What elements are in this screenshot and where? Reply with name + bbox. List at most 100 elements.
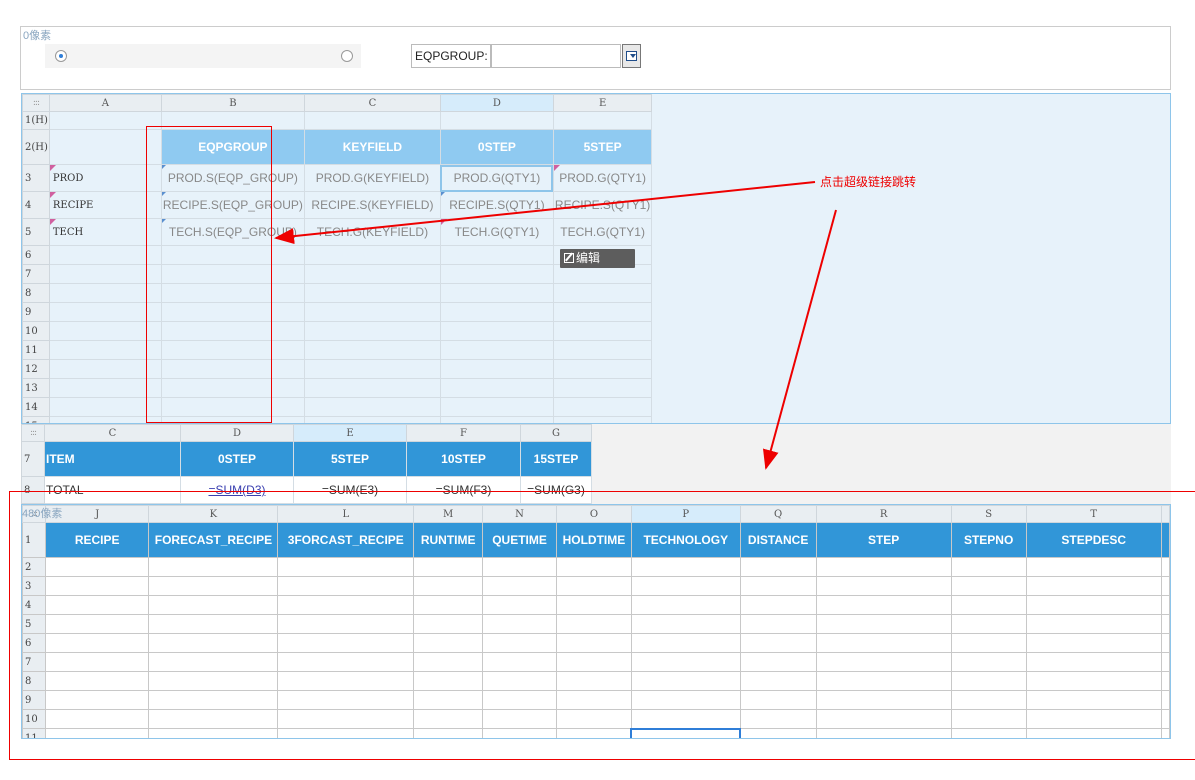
- data-cell[interactable]: TECH.G(QTY1): [439, 218, 554, 246]
- highlight-box-eqpgroup-column: [146, 126, 272, 423]
- row-header[interactable]: 10: [22, 321, 50, 341]
- cell[interactable]: [439, 283, 554, 303]
- row-header[interactable]: 15: [22, 416, 50, 423]
- cell[interactable]: [552, 111, 653, 130]
- cell[interactable]: [439, 359, 554, 379]
- header-cell-item[interactable]: ITEM: [44, 441, 181, 477]
- cell[interactable]: [48, 378, 162, 398]
- row-name-cell[interactable]: PROD: [48, 164, 162, 192]
- data-cell[interactable]: RECIPE.S(KEYFIELD): [303, 191, 441, 219]
- cell[interactable]: [439, 264, 554, 284]
- cell[interactable]: [303, 340, 441, 360]
- header-cell-keyfield[interactable]: KEYFIELD: [303, 129, 441, 165]
- cell[interactable]: [48, 283, 162, 303]
- cell[interactable]: [552, 340, 653, 360]
- cell[interactable]: [303, 378, 441, 398]
- header-cell-5step[interactable]: 5STEP: [293, 441, 407, 477]
- eqpgroup-label: EQPGROUP:: [411, 44, 491, 68]
- row-name-cell[interactable]: RECIPE: [48, 191, 162, 219]
- cell[interactable]: [439, 397, 554, 417]
- cell[interactable]: [552, 378, 653, 398]
- row-header[interactable]: 4: [22, 191, 50, 219]
- cell[interactable]: [552, 397, 653, 417]
- row-header[interactable]: 8: [22, 283, 50, 303]
- column-header[interactable]: D: [180, 424, 294, 442]
- column-header[interactable]: D: [439, 94, 554, 112]
- cell[interactable]: [48, 397, 162, 417]
- row-header[interactable]: 9: [22, 302, 50, 322]
- header-cell-10step[interactable]: 10STEP: [406, 441, 521, 477]
- cell[interactable]: [48, 129, 162, 165]
- row-header[interactable]: 7: [21, 441, 45, 477]
- data-cell[interactable]: TECH.G(QTY1): [552, 218, 653, 246]
- cell[interactable]: [48, 416, 162, 423]
- column-header[interactable]: F: [406, 424, 521, 442]
- cell[interactable]: [439, 245, 554, 265]
- data-cell[interactable]: TECH.G(KEYFIELD): [303, 218, 441, 246]
- cell[interactable]: [303, 397, 441, 417]
- cell[interactable]: [303, 245, 441, 265]
- row-header[interactable]: 1(H): [22, 111, 50, 130]
- radio-option-2[interactable]: [341, 50, 353, 62]
- cell[interactable]: [439, 340, 554, 360]
- row-header[interactable]: 6: [22, 245, 50, 265]
- cell[interactable]: [48, 245, 162, 265]
- row-header[interactable]: 2(H): [22, 129, 50, 165]
- cell[interactable]: [439, 378, 554, 398]
- cell[interactable]: [552, 321, 653, 341]
- cell[interactable]: [552, 416, 653, 423]
- radio-option-1[interactable]: [55, 50, 67, 62]
- data-cell[interactable]: PROD.G(KEYFIELD): [303, 164, 441, 192]
- cell[interactable]: [439, 321, 554, 341]
- cell[interactable]: [303, 321, 441, 341]
- grid-corner[interactable]: :::: [21, 424, 45, 442]
- column-header[interactable]: B: [160, 94, 305, 112]
- header-cell-0step[interactable]: 0STEP: [439, 129, 554, 165]
- column-header[interactable]: E: [293, 424, 407, 442]
- cell[interactable]: [303, 302, 441, 322]
- row-header[interactable]: 12: [22, 359, 50, 379]
- row-name-cell[interactable]: TECH: [48, 218, 162, 246]
- row-header[interactable]: 14: [22, 397, 50, 417]
- row-header[interactable]: 11: [22, 340, 50, 360]
- cell[interactable]: [552, 283, 653, 303]
- row-header[interactable]: 13: [22, 378, 50, 398]
- cell[interactable]: [48, 359, 162, 379]
- cell[interactable]: [303, 111, 441, 130]
- row-header[interactable]: 3: [22, 164, 50, 192]
- cell[interactable]: [48, 111, 162, 130]
- cell[interactable]: [439, 416, 554, 423]
- edit-button[interactable]: 编辑: [560, 249, 635, 268]
- column-header[interactable]: C: [303, 94, 441, 112]
- cell[interactable]: [303, 359, 441, 379]
- header-cell-15step[interactable]: 15STEP: [520, 441, 592, 477]
- cell[interactable]: [303, 264, 441, 284]
- cell[interactable]: [303, 416, 441, 423]
- eqpgroup-input[interactable]: [491, 44, 621, 68]
- grid-corner[interactable]: :::: [22, 94, 50, 112]
- cell[interactable]: [48, 340, 162, 360]
- column-header[interactable]: A: [48, 94, 162, 112]
- cell[interactable]: [48, 321, 162, 341]
- header-cell-5step[interactable]: 5STEP: [552, 129, 653, 165]
- data-cell[interactable]: PROD.G(QTY1): [552, 164, 653, 192]
- row-header[interactable]: 5: [22, 218, 50, 246]
- cell[interactable]: [439, 111, 554, 130]
- data-cell[interactable]: RECIPE.S(QTY1): [439, 191, 554, 219]
- cell[interactable]: [552, 302, 653, 322]
- column-header[interactable]: E: [552, 94, 653, 112]
- column-header[interactable]: G: [520, 424, 592, 442]
- header-cell-0step[interactable]: 0STEP: [180, 441, 294, 477]
- cell[interactable]: [48, 264, 162, 284]
- edit-button-label: 编辑: [576, 251, 601, 265]
- cell[interactable]: [48, 302, 162, 322]
- cell[interactable]: [303, 283, 441, 303]
- cell[interactable]: [552, 359, 653, 379]
- selected-data-cell[interactable]: PROD.G(QTY1): [439, 164, 554, 192]
- eqpgroup-dropdown-button[interactable]: [622, 44, 641, 68]
- column-header[interactable]: C: [44, 424, 181, 442]
- row-header[interactable]: 7: [22, 264, 50, 284]
- data-cell[interactable]: RECIPE.S(QTY1): [552, 191, 653, 219]
- annotation-text: 点击超级链接跳转: [820, 175, 917, 189]
- cell[interactable]: [439, 302, 554, 322]
